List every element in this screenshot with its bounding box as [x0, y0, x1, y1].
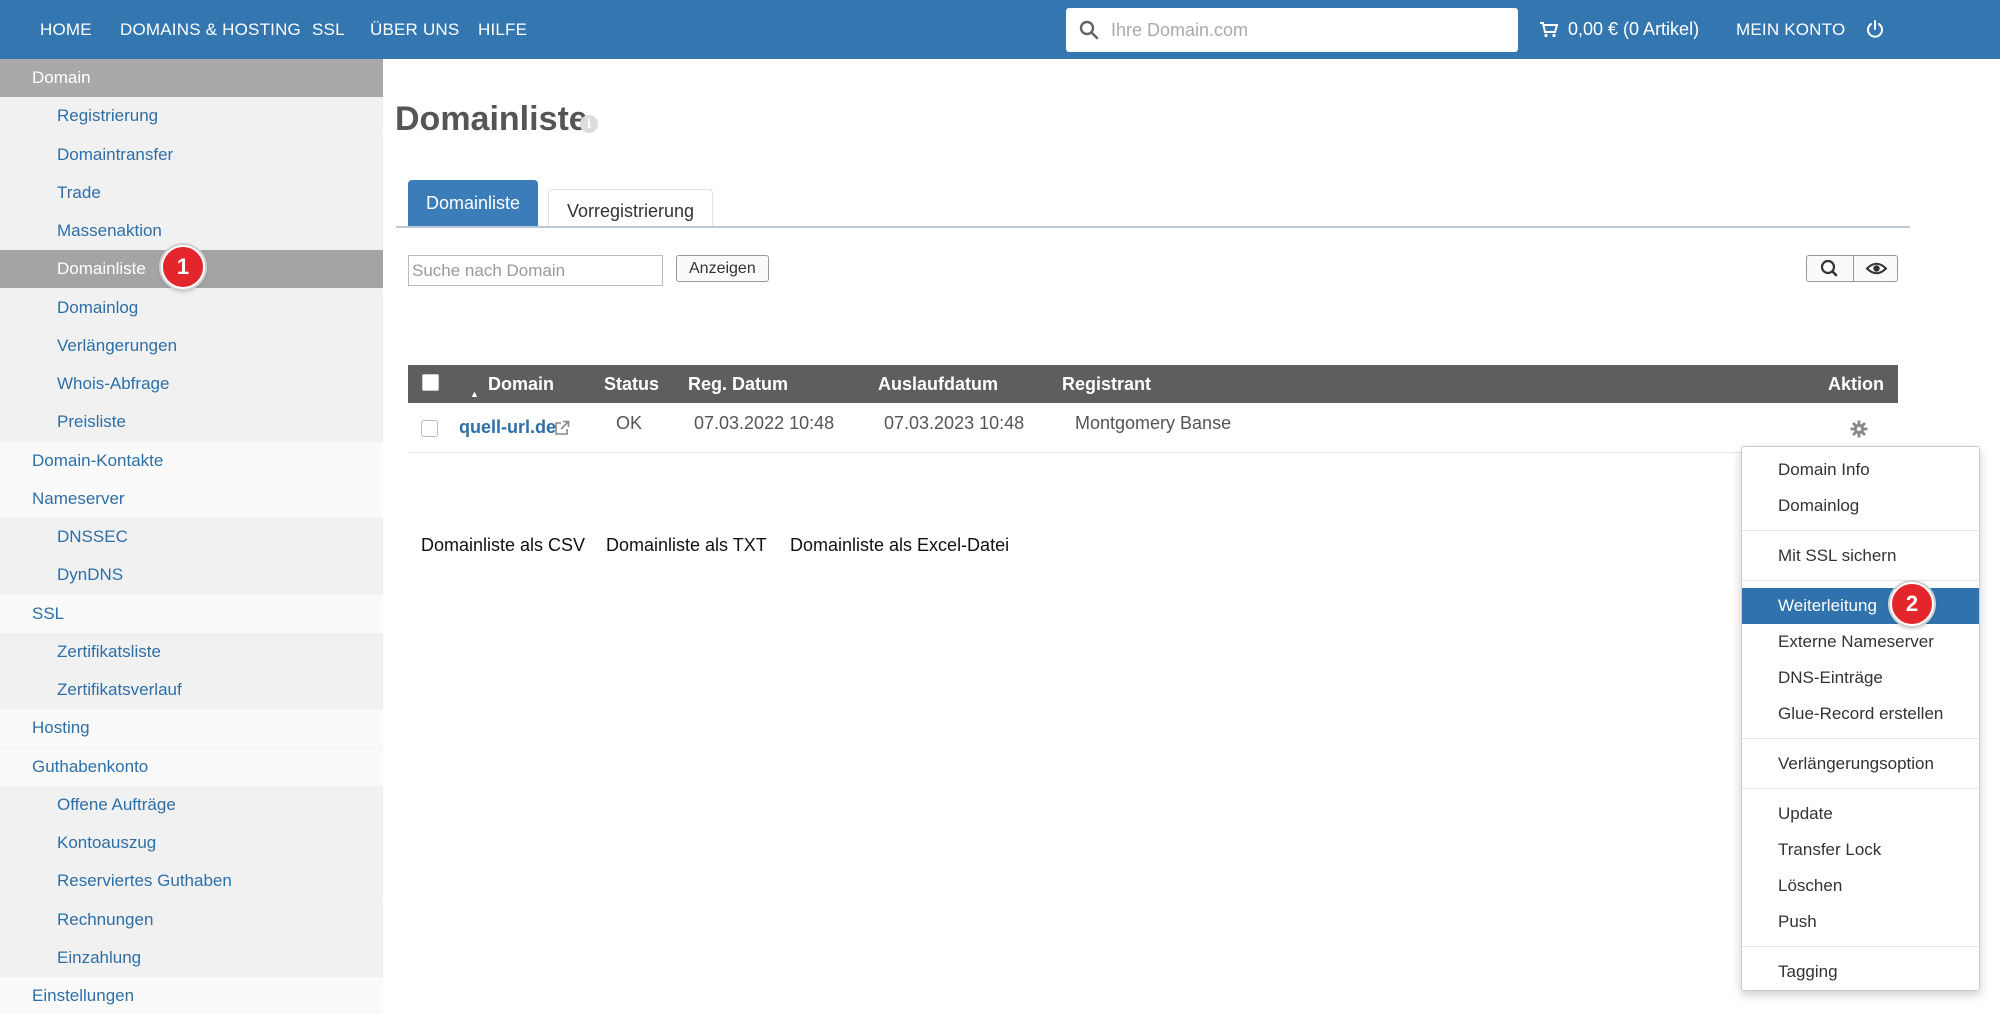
row-checkbox[interactable] — [421, 420, 438, 437]
column-expiry-date[interactable]: Auslaufdatum — [878, 365, 998, 403]
column-domain[interactable]: Domain — [488, 365, 554, 403]
nav-home[interactable]: HOME — [40, 0, 92, 59]
sort-asc-icon[interactable]: ▲ — [470, 389, 479, 399]
power-icon[interactable] — [1864, 18, 1886, 40]
export-txt-link[interactable]: Domainliste als TXT — [606, 535, 767, 556]
table-header: ▲ Domain Status Reg. Datum Auslaufdatum … — [408, 365, 1898, 403]
search-icon — [1079, 20, 1099, 40]
sidebar-item-guthabenkonto[interactable]: Guthabenkonto — [0, 747, 383, 786]
tab-domainliste[interactable]: Domainliste — [408, 180, 539, 226]
top-navigation: HOME DOMAINS & HOSTING SSL ÜBER UNS HILF… — [0, 0, 2000, 59]
expiry-date-value: 07.03.2023 10:48 — [884, 413, 1025, 433]
sidebar-item-dnssec[interactable]: DNSSEC — [0, 518, 383, 556]
menu-item-glue-record-erstellen[interactable]: Glue-Record erstellen — [1742, 696, 1979, 732]
action-dropdown-menu: Domain Info Domainlog Mit SSL sichern Weite… — [1741, 446, 1980, 991]
menu-item-push[interactable]: Push — [1742, 904, 1979, 940]
domain-filter-input[interactable] — [408, 255, 663, 286]
column-reg-date[interactable]: Reg. Datum — [688, 365, 788, 403]
step-badge-1: 1 — [161, 245, 205, 289]
gear-icon[interactable] — [1850, 420, 1868, 438]
registrant-value: Montgomery Banse — [1075, 413, 1232, 433]
sidebar-item-einstellungen[interactable]: Einstellungen — [0, 977, 383, 1014]
sidebar: Domain Registrierung Domaintransfer Trade Ma… — [0, 59, 383, 1014]
sidebar-item-domaintransfer[interactable]: Domaintransfer — [0, 135, 383, 174]
menu-item-tagging[interactable]: Tagging — [1742, 954, 1979, 990]
nav-domains-hosting[interactable]: DOMAINS & HOSTING — [120, 0, 301, 59]
step-badge-2: 2 — [1890, 582, 1934, 626]
page-title: Domainliste — [395, 100, 588, 138]
menu-item-verlaengerungsoption[interactable]: Verlängerungsoption — [1742, 746, 1979, 782]
sidebar-item-massenaktion[interactable]: Massenaktion — [0, 212, 383, 250]
export-csv-link[interactable]: Domainliste als CSV — [421, 535, 585, 556]
menu-item-transfer-lock[interactable]: Transfer Lock — [1742, 832, 1979, 868]
search-icon — [1820, 259, 1838, 277]
sidebar-item-domainlog[interactable]: Domainlog — [0, 288, 383, 327]
sidebar-item-dyndns[interactable]: DynDNS — [0, 556, 383, 595]
sidebar-item-nameserver[interactable]: Nameserver — [0, 479, 383, 518]
sidebar-item-domain-kontakte[interactable]: Domain-Kontakte — [0, 441, 383, 480]
menu-item-domainlog[interactable]: Domainlog — [1742, 488, 1979, 524]
sidebar-item-einzahlung[interactable]: Einzahlung — [0, 938, 383, 977]
column-action: Aktion — [1828, 374, 1884, 394]
sidebar-item-verlaengerungen[interactable]: Verlängerungen — [0, 326, 383, 365]
sidebar-item-registrierung[interactable]: Registrierung — [0, 97, 383, 136]
search-toggle-button[interactable] — [1807, 256, 1853, 281]
show-button[interactable]: Anzeigen — [676, 255, 769, 282]
view-button-group — [1806, 255, 1898, 282]
table-row: quell-url.de OK 07.03.2022 10:48 07.03.2… — [408, 403, 1898, 453]
sidebar-item-domain[interactable]: Domain — [0, 59, 383, 97]
cart-button[interactable]: 0,00 € (0 Artikel) — [1540, 0, 1699, 59]
column-registrant[interactable]: Registrant — [1062, 365, 1151, 403]
sidebar-item-rechnungen[interactable]: Rechnungen — [0, 900, 383, 939]
menu-divider — [1742, 738, 1979, 739]
cart-icon — [1540, 22, 1559, 38]
view-toggle-button[interactable] — [1853, 256, 1899, 281]
sidebar-item-whois-abfrage[interactable]: Whois-Abfrage — [0, 365, 383, 403]
status-value: OK — [616, 413, 643, 433]
cart-label: 0,00 € (0 Artikel) — [1568, 19, 1700, 39]
sidebar-item-zertifikatsliste[interactable]: Zertifikatsliste — [0, 632, 383, 671]
reg-date-value: 07.03.2022 10:48 — [694, 413, 835, 433]
menu-divider — [1742, 580, 1979, 581]
domain-link[interactable]: quell-url.de — [459, 417, 556, 438]
domain-search-box — [1066, 8, 1518, 52]
sidebar-item-trade[interactable]: Trade — [0, 173, 383, 212]
info-icon[interactable]: i — [580, 115, 598, 133]
sidebar-item-kontoauszug[interactable]: Kontoauszug — [0, 824, 383, 862]
nav-about[interactable]: ÜBER UNS — [370, 0, 459, 59]
nav-ssl[interactable]: SSL — [312, 0, 345, 59]
tab-divider — [396, 226, 1910, 228]
nav-my-account[interactable]: MEIN KONTO — [1736, 0, 1845, 59]
menu-divider — [1742, 788, 1979, 789]
tab-vorregistrierung[interactable]: Vorregistrierung — [548, 189, 714, 226]
sidebar-item-reserviertes-guthaben[interactable]: Reserviertes Guthaben — [0, 862, 383, 901]
column-status[interactable]: Status — [604, 365, 659, 403]
menu-divider — [1742, 530, 1979, 531]
menu-item-domain-info[interactable]: Domain Info — [1742, 452, 1979, 488]
sidebar-item-preisliste[interactable]: Preisliste — [0, 403, 383, 442]
sidebar-item-hosting[interactable]: Hosting — [0, 709, 383, 748]
nav-help[interactable]: HILFE — [478, 0, 527, 59]
select-all-checkbox[interactable] — [422, 374, 439, 391]
sidebar-item-ssl[interactable]: SSL — [0, 594, 383, 633]
menu-item-loeschen[interactable]: Löschen — [1742, 868, 1979, 904]
sidebar-item-offene-auftraege[interactable]: Offene Aufträge — [0, 785, 383, 824]
external-link-icon[interactable] — [554, 420, 570, 436]
menu-item-mit-ssl-sichern[interactable]: Mit SSL sichern — [1742, 538, 1979, 574]
menu-item-update[interactable]: Update — [1742, 796, 1979, 832]
menu-item-externe-nameserver[interactable]: Externe Nameserver — [1742, 624, 1979, 660]
menu-item-dns-eintraege[interactable]: DNS-Einträge — [1742, 660, 1979, 696]
eye-icon — [1865, 262, 1888, 275]
menu-item-weiterleitung[interactable]: Weiterleitung — [1742, 588, 1979, 624]
domain-search-input[interactable] — [1111, 8, 1511, 52]
menu-divider — [1742, 946, 1979, 947]
sidebar-item-zertifikatsverlauf[interactable]: Zertifikatsverlauf — [0, 671, 383, 709]
export-excel-link[interactable]: Domainliste als Excel-Datei — [790, 535, 1009, 556]
